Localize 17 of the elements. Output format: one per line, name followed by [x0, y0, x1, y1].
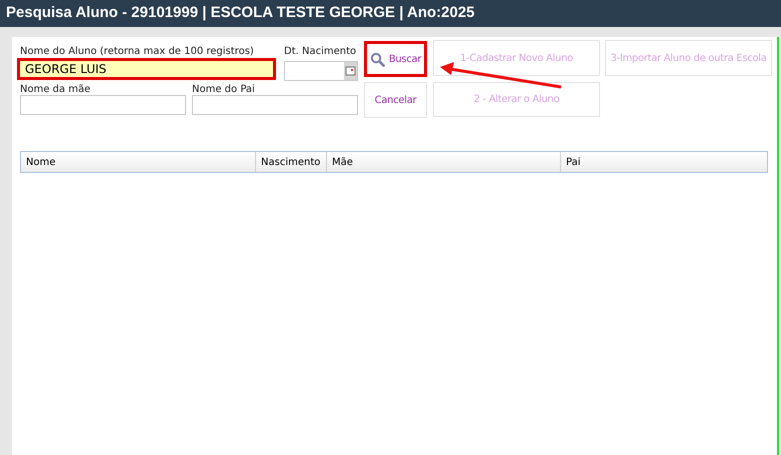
action-button[interactable]: Buscar — [364, 41, 427, 77]
title-bar: Pesquisa Aluno - 29101999 | ESCOLA TESTE GEORGE | Ano:2025 — [0, 0, 781, 27]
action-button[interactable]: Cancelar — [364, 82, 427, 118]
mother-name-field[interactable] — [20, 95, 186, 115]
column-header[interactable]: Nome — [21, 152, 256, 172]
search-icon — [370, 52, 385, 66]
field-label: Nome da mãe — [20, 83, 92, 95]
column-header[interactable]: Mãe — [327, 152, 561, 172]
column-header[interactable]: Pai — [561, 152, 767, 172]
father-name-field[interactable] — [192, 95, 358, 115]
field-label: Dt. Nacimento — [284, 45, 358, 59]
student-name-field[interactable]: GEORGE LUIS — [17, 58, 276, 80]
column-header[interactable]: Nascimento — [256, 152, 327, 172]
field-label: Nome do Aluno (retorna max de 100 registros) — [20, 45, 255, 58]
date-field[interactable] — [284, 61, 358, 81]
calendar-icon[interactable] — [344, 62, 357, 80]
field-label: Nome do Pai — [192, 83, 256, 95]
